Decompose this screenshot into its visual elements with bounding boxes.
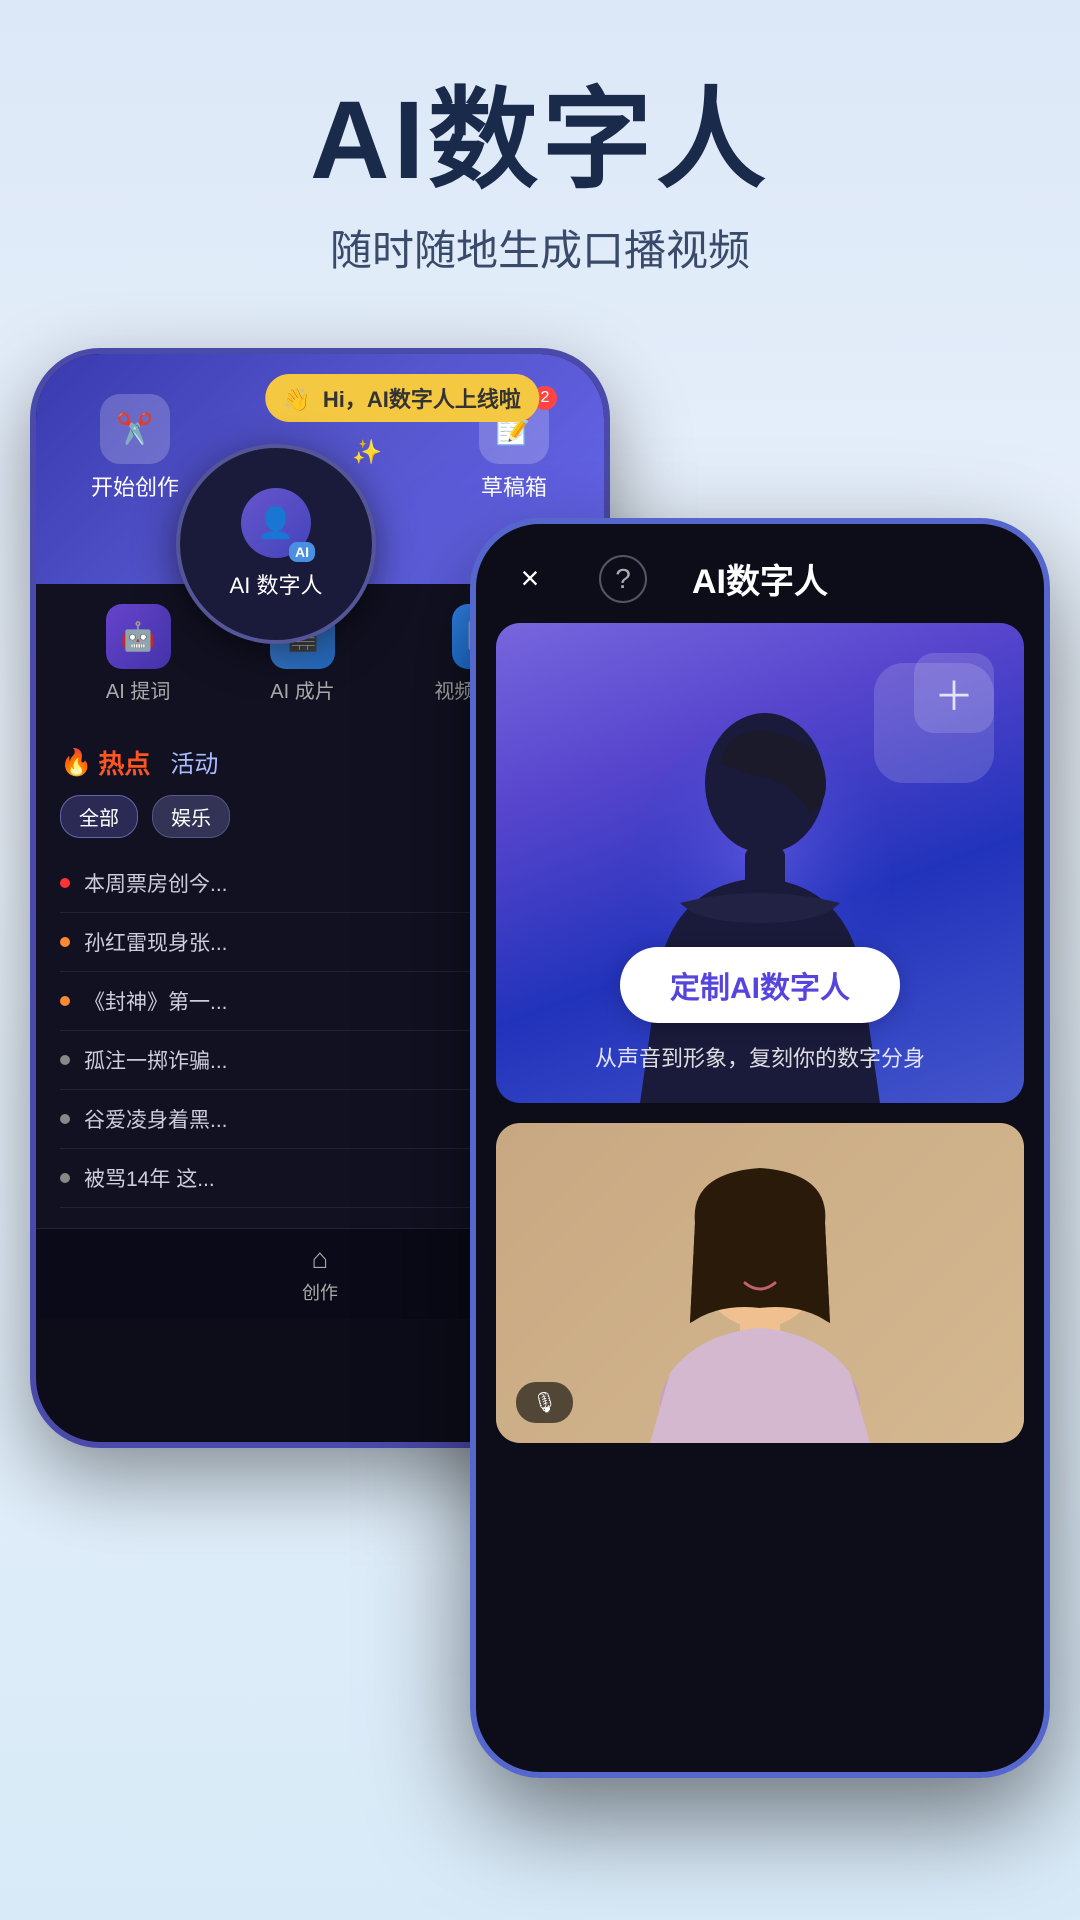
ai-badge: AI bbox=[289, 542, 315, 562]
home-icon: ⌂ bbox=[312, 1243, 329, 1275]
header-section: AI数字人 随时随地生成口播视频 bbox=[0, 0, 1080, 318]
feature-label-0: AI 提词 bbox=[106, 675, 170, 704]
ai-avatar: 👤 AI bbox=[241, 488, 311, 558]
draft-label: 草稿箱 bbox=[481, 470, 547, 502]
trend-dot-0 bbox=[60, 878, 70, 888]
page-background: AI数字人 随时随地生成口播视频 Hi，AI数字人上线啦 ✨ 👤 bbox=[0, 0, 1080, 1778]
trend-dot-3 bbox=[60, 1055, 70, 1065]
filter-all[interactable]: 全部 bbox=[60, 795, 138, 838]
person-svg bbox=[610, 1123, 910, 1443]
add-avatar-btn[interactable]: ＋ bbox=[914, 653, 994, 733]
scissors-btn[interactable]: ✂️ 开始创作 bbox=[91, 394, 179, 502]
filter-entertainment[interactable]: 娱乐 bbox=[152, 795, 230, 838]
close-button[interactable]: × bbox=[506, 555, 554, 603]
trend-dot-4 bbox=[60, 1114, 70, 1124]
nav-label: 创作 bbox=[302, 1279, 338, 1305]
ai-digital-human-circle[interactable]: ✨ 👤 AI AI 数字人 bbox=[176, 444, 376, 644]
page-title: AI数字人 bbox=[0, 80, 1080, 201]
nav-create[interactable]: ⌂ 创作 bbox=[302, 1243, 338, 1305]
sparkle-icon: ✨ bbox=[352, 438, 382, 467]
mic-badge: 🎙 bbox=[516, 1382, 573, 1423]
customize-subtitle: 从声音到形象，复刻你的数字分身 bbox=[595, 1041, 925, 1073]
ai-teleprompter-icon: 🤖 bbox=[106, 604, 171, 669]
trend-dot-5 bbox=[60, 1173, 70, 1183]
notification-bubble: Hi，AI数字人上线啦 bbox=[265, 374, 539, 422]
tab-hot[interactable]: 🔥 热点 bbox=[60, 744, 150, 781]
avatar-card[interactable]: ＋ 定制AI数字人 从声音到形象，复刻你的数字分身 bbox=[496, 623, 1024, 1103]
front-title: AI数字人 bbox=[692, 554, 828, 603]
trend-dot-2 bbox=[60, 996, 70, 1006]
person-card[interactable]: 🎙 bbox=[496, 1123, 1024, 1443]
start-create-label: 开始创作 bbox=[91, 470, 179, 502]
notif-text: Hi，AI数字人上线啦 bbox=[323, 387, 521, 412]
help-button[interactable]: ? bbox=[599, 555, 647, 603]
avatar-silhouette-svg bbox=[600, 683, 920, 1103]
tab-activity[interactable]: 活动 bbox=[170, 744, 218, 781]
ai-circle-label: AI 数字人 bbox=[230, 568, 323, 600]
page-subtitle: 随时随地生成口播视频 bbox=[0, 217, 1080, 278]
trend-dot-1 bbox=[60, 937, 70, 947]
feature-ai-teleprompter[interactable]: 🤖 AI 提词 bbox=[106, 604, 171, 704]
front-phone: × ? AI数字人 bbox=[470, 518, 1050, 1778]
phones-area: Hi，AI数字人上线啦 ✨ 👤 AI AI 数字人 bbox=[0, 318, 1080, 1778]
mic-icon: 🎙 bbox=[532, 1390, 557, 1415]
customize-btn[interactable]: 定制AI数字人 bbox=[620, 947, 900, 1023]
feature-label-1: AI 成片 bbox=[270, 675, 334, 704]
front-phone-header: × ? AI数字人 bbox=[476, 524, 1044, 623]
